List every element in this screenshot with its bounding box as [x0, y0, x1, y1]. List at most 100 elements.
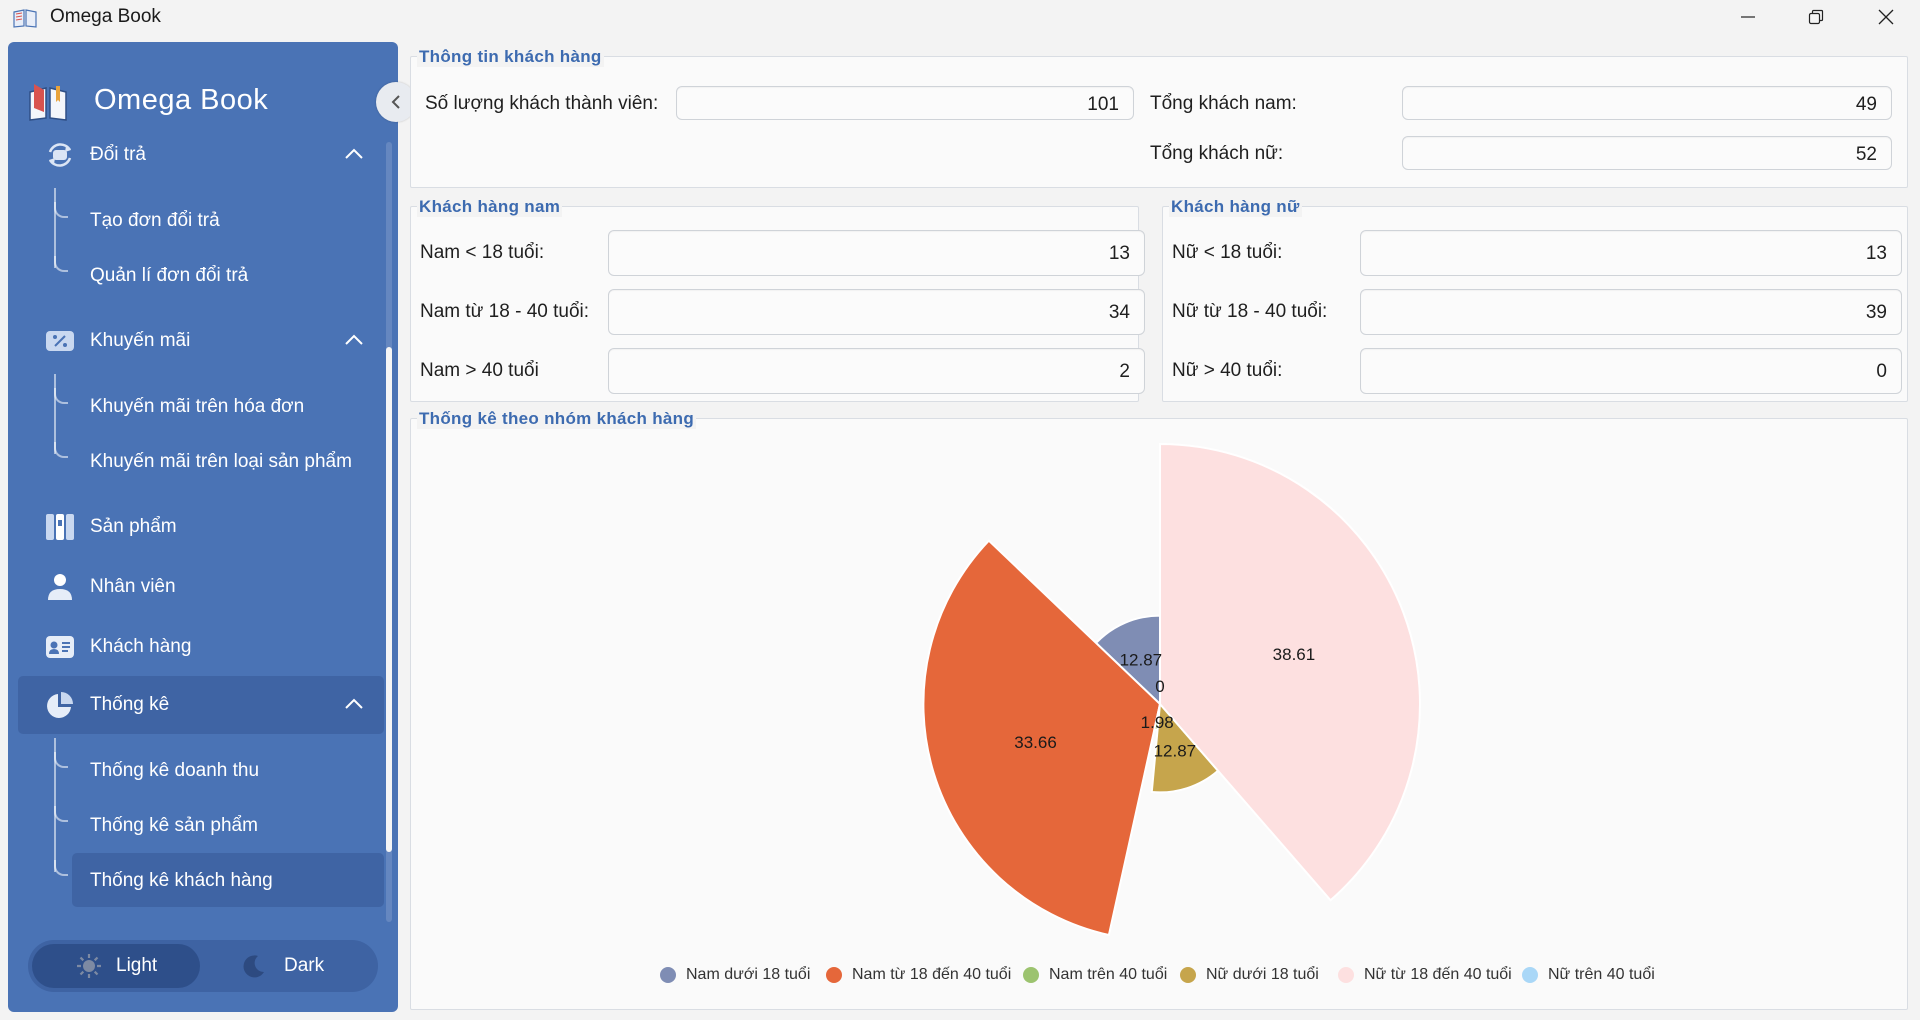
female-18-40-label: Nữ từ 18 - 40 tuổi: — [1172, 301, 1328, 322]
user-icon — [48, 574, 72, 600]
legend-item[interactable]: Nữ dưới 18 tuổi — [1180, 963, 1319, 987]
legend-label: Nữ dưới 18 tuổi — [1206, 966, 1319, 983]
legend-label: Nam từ 18 đến 40 tuổi — [852, 966, 1012, 983]
female-18-40-field[interactable]: 39 — [1360, 289, 1902, 335]
menu-label: Đổi trả — [90, 144, 146, 165]
chart-legend: Nam dưới 18 tuổi Nam từ 18 đến 40 tuổi Nam… — [0, 963, 1920, 987]
chevron-up-icon[interactable] — [344, 148, 364, 160]
menu-item-thong-ke[interactable]: Thống kê — [18, 676, 384, 734]
chevron-up-icon[interactable] — [344, 334, 364, 346]
book-app-icon — [13, 9, 37, 28]
submenu-khuyen-mai-hoa-don[interactable]: Khuyến mãi trên hóa đơn — [72, 379, 384, 433]
female-over-40-label: Nữ > 40 tuổi: — [1172, 360, 1283, 381]
menu-label: Khách hàng — [90, 636, 192, 657]
tree-elbow — [54, 806, 68, 822]
legend-marker — [1522, 967, 1538, 983]
female-under-18-label: Nữ < 18 tuổi: — [1172, 242, 1283, 263]
restore-button[interactable] — [1782, 0, 1850, 34]
male-total-field[interactable]: 49 — [1402, 86, 1892, 120]
menu-label: Sản phẩm — [90, 516, 177, 537]
legend-marker — [1180, 967, 1196, 983]
male-under-18-field[interactable]: 13 — [608, 230, 1145, 276]
legend-marker — [1338, 967, 1354, 983]
legend-label: Nữ từ 18 đến 40 tuổi — [1364, 966, 1512, 983]
close-icon — [1878, 9, 1894, 25]
tree-elbow — [54, 256, 68, 272]
male-total-label: Tổng khách nam: — [1150, 93, 1297, 114]
title-bar: Omega Book — [0, 0, 1920, 34]
customer-card-icon — [46, 636, 74, 658]
group-title: Thống kê theo nhóm khách hàng — [417, 409, 697, 429]
tree-elbow — [54, 860, 68, 876]
brand-name: Omega Book — [94, 84, 269, 116]
legend-marker — [1023, 967, 1039, 983]
legend-marker — [826, 967, 842, 983]
minimize-icon — [1741, 16, 1755, 18]
submenu-label: Tạo đơn đổi trả — [90, 210, 220, 231]
male-18-40-label: Nam từ 18 - 40 tuổi: — [420, 301, 590, 322]
exchange-icon — [48, 143, 72, 167]
window-title: Omega Book — [50, 6, 161, 27]
legend-label: Nữ trên 40 tuổi — [1548, 966, 1655, 983]
male-under-18-label: Nam < 18 tuổi: — [420, 242, 545, 263]
restore-icon — [1808, 9, 1824, 25]
chevron-left-icon — [391, 95, 400, 109]
submenu-thong-ke-san-pham[interactable]: Thống kê sản phẩm — [72, 798, 384, 852]
submenu-tao-don-doi-tra[interactable]: Tạo đơn đổi trả — [72, 193, 384, 247]
tree-elbow — [54, 388, 68, 404]
pie-chart-icon — [47, 692, 73, 718]
tree-elbow — [54, 442, 68, 458]
sidebar: Omega Book Đổi trả Tạo đơn đổi trả Quản … — [8, 42, 398, 1012]
menu-item-khuyen-mai[interactable]: Khuyến mãi — [18, 312, 384, 370]
field-value: 0 — [1876, 361, 1887, 382]
submenu-quan-li-don-doi-tra[interactable]: Quản lí đơn đổi trả — [72, 248, 384, 302]
book-logo-icon — [29, 84, 67, 121]
close-button[interactable] — [1852, 0, 1920, 34]
menu-item-doi-tra[interactable]: Đổi trả — [18, 126, 384, 184]
female-total-field[interactable]: 52 — [1402, 136, 1892, 170]
tree-elbow — [54, 202, 68, 218]
field-value: 2 — [1119, 361, 1130, 382]
legend-item[interactable]: Nam trên 40 tuổi — [1023, 963, 1167, 987]
legend-item[interactable]: Nam dưới 18 tuổi — [660, 963, 810, 987]
submenu-thong-ke-doanh-thu[interactable]: Thống kê doanh thu — [72, 743, 384, 797]
minimize-button[interactable] — [1714, 0, 1782, 34]
submenu-label: Thống kê khách hàng — [90, 870, 273, 891]
male-18-40-field[interactable]: 34 — [608, 289, 1145, 335]
group-title: Thông tin khách hàng — [417, 47, 604, 67]
menu-label: Thống kê — [90, 694, 170, 715]
members-label: Số lượng khách thành viên: — [425, 93, 659, 114]
members-count-field[interactable]: 101 — [676, 86, 1134, 120]
submenu-thong-ke-khach-hang[interactable]: Thống kê khách hàng — [72, 853, 384, 907]
legend-item[interactable]: Nữ trên 40 tuổi — [1522, 963, 1655, 987]
field-value: 52 — [1855, 144, 1877, 165]
menu-item-khach-hang[interactable]: Khách hàng — [18, 618, 384, 676]
male-over-40-field[interactable]: 2 — [608, 348, 1145, 394]
menu-item-san-pham[interactable]: Sản phẩm — [18, 498, 384, 556]
legend-item[interactable]: Nam từ 18 đến 40 tuổi — [826, 963, 1011, 987]
submenu-khuyen-mai-loai-san-pham[interactable]: Khuyến mãi trên loại sản phẩm — [72, 434, 384, 488]
discount-icon — [46, 331, 74, 351]
legend-marker — [660, 967, 676, 983]
chevron-up-icon[interactable] — [344, 698, 364, 710]
legend-item[interactable]: Nữ từ 18 đến 40 tuổi — [1338, 963, 1512, 987]
legend-label: Nam trên 40 tuổi — [1049, 966, 1168, 983]
legend-label: Nam dưới 18 tuổi — [686, 966, 811, 983]
tree-elbow — [54, 752, 68, 768]
menu-label: Nhân viên — [90, 576, 176, 597]
female-under-18-field[interactable]: 13 — [1360, 230, 1902, 276]
submenu-label: Khuyến mãi trên loại sản phẩm — [90, 451, 352, 472]
field-value: 34 — [1108, 302, 1130, 323]
field-value: 13 — [1865, 243, 1887, 264]
submenu-label: Khuyến mãi trên hóa đơn — [90, 396, 305, 417]
female-total-label: Tổng khách nữ: — [1150, 143, 1284, 164]
field-value: 49 — [1855, 94, 1877, 115]
scrollbar-thumb[interactable] — [386, 347, 392, 852]
menu-item-nhan-vien[interactable]: Nhân viên — [18, 558, 384, 616]
menu-label: Khuyến mãi — [90, 330, 191, 351]
field-value: 13 — [1108, 243, 1130, 264]
male-over-40-label: Nam > 40 tuổi — [420, 360, 539, 381]
submenu-label: Thống kê sản phẩm — [90, 815, 258, 836]
female-over-40-field[interactable]: 0 — [1360, 348, 1902, 394]
customer-group-stats-panel: Thống kê theo nhóm khách hàng — [410, 409, 1908, 1010]
